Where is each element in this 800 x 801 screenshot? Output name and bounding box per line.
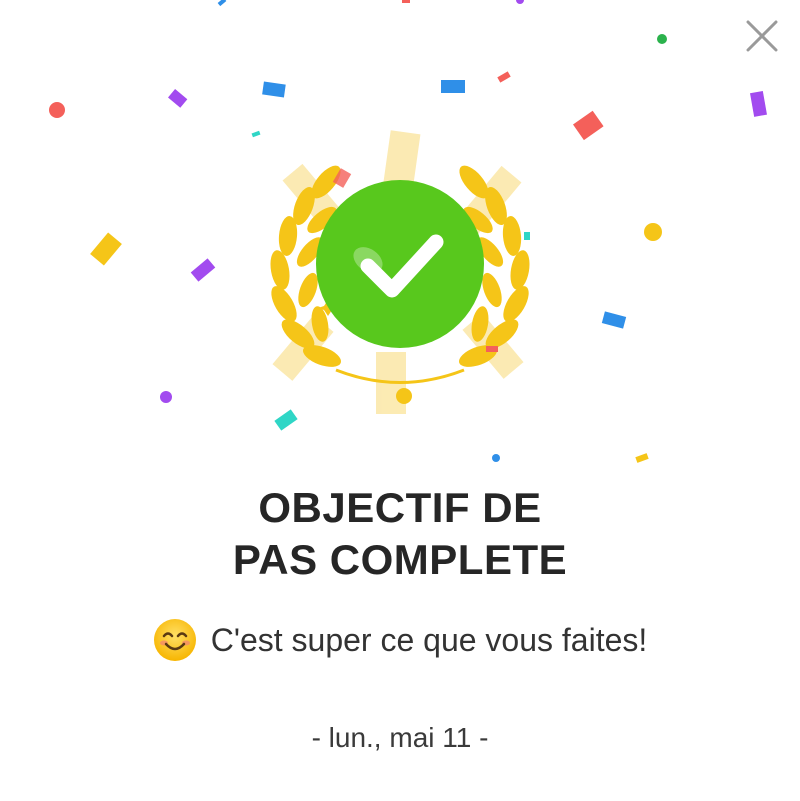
message-text: C'est super ce que vous faites! [210, 621, 648, 658]
checkmark-laurel-badge-icon [270, 130, 530, 414]
date-label: - lun., mai 11 - [311, 722, 489, 753]
page-title: OBJECTIF DE PAS COMPLETE [0, 482, 800, 586]
congrats-message: C'est super ce que vous faites! [0, 618, 800, 662]
smiling-face-emoji-icon [153, 619, 196, 661]
title-line-1: OBJECTIF DE [258, 484, 542, 531]
title-line-2: PAS COMPLETE [232, 536, 568, 583]
